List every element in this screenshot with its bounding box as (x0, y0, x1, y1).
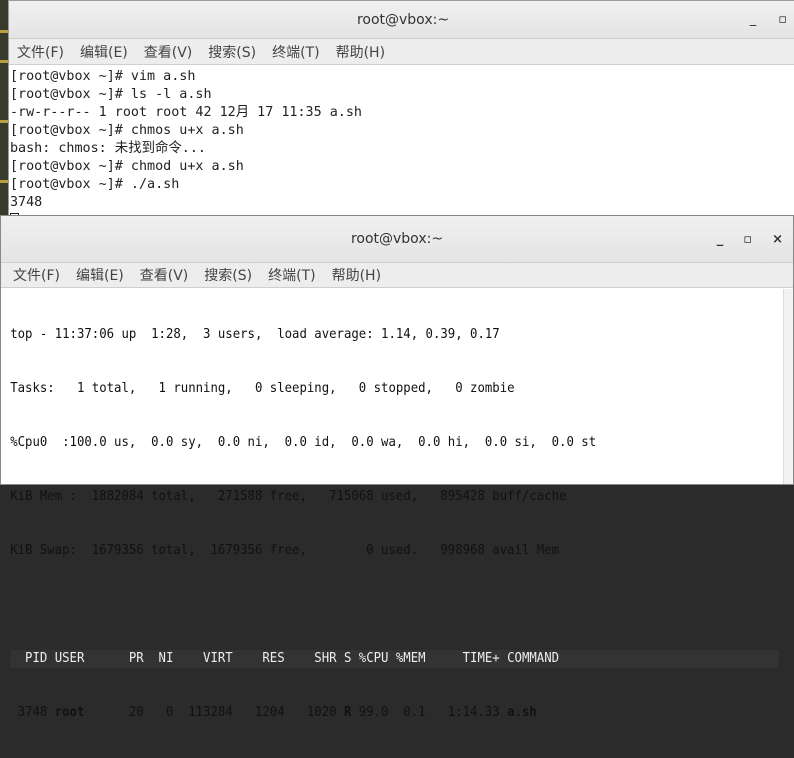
menu-file[interactable]: 文件(F) (17, 42, 64, 62)
minimize-button[interactable]: _ (750, 1, 757, 39)
terminal-window-front[interactable]: root@vbox:~ _ ▫ × 文件(F) 编辑(E) 查看(V) 搜索(S) … (0, 215, 794, 720)
menu-help[interactable]: 帮助(H) (332, 265, 381, 285)
menu-help[interactable]: 帮助(H) (336, 42, 385, 62)
process-row[interactable]: 3748 root 20 0 113284 1204 1020 R 99.0 0… (10, 704, 729, 722)
maximize-button[interactable]: ▫ (778, 1, 787, 39)
title-bar[interactable]: root@vbox:~ _ ▫ × (1, 216, 793, 263)
menu-view[interactable]: 查看(V) (144, 42, 193, 62)
terminal-line: [root@vbox ~]# ls -l a.sh (10, 87, 212, 102)
window-title: root@vbox:~ (350, 231, 444, 247)
menu-terminal[interactable]: 终端(T) (268, 265, 315, 285)
user: root (54, 705, 85, 720)
title-bar[interactable]: root@vbox:~ _ ▫ (9, 1, 794, 39)
terminal-window-back[interactable]: root@vbox:~ _ ▫ 文件(F) 编辑(E) 查看(V) 搜索(S) 终… (8, 0, 794, 230)
menu-bar: 文件(F) 编辑(E) 查看(V) 搜索(S) 终端(T) 帮助(H) (9, 39, 794, 65)
menu-bar: 文件(F) 编辑(E) 查看(V) 搜索(S) 终端(T) 帮助(H) (1, 263, 793, 288)
top-summary-line: KiB Swap: 1679356 total, 1679356 free, 0… (10, 543, 560, 558)
terminal-line: [root@vbox ~]# ./a.sh (10, 177, 180, 192)
menu-file[interactable]: 文件(F) (13, 265, 60, 285)
menu-view[interactable]: 查看(V) (140, 265, 189, 285)
terminal-output[interactable]: [root@vbox ~]# vim a.sh [root@vbox ~]# ls… (9, 65, 794, 230)
process-table-header: PID USER PR NI VIRT RES SHR S %CPU %MEM … (10, 650, 779, 668)
maximize-button[interactable]: ▫ (743, 216, 752, 263)
command: a.sh (507, 705, 537, 720)
top-summary-line: KiB Mem : 1882084 total, 271588 free, 71… (10, 489, 567, 504)
menu-search[interactable]: 搜索(S) (204, 265, 252, 285)
scrollbar[interactable] (783, 289, 793, 484)
terminal-line: [root@vbox ~]# vim a.sh (10, 69, 196, 84)
menu-edit[interactable]: 编辑(E) (76, 265, 124, 285)
cpu-mem-time: 99.0 0.1 1:14.33 (351, 705, 500, 720)
menu-search[interactable]: 搜索(S) (208, 42, 256, 62)
minimize-button[interactable]: _ (717, 216, 724, 263)
state: R (343, 705, 352, 720)
menu-edit[interactable]: 编辑(E) (80, 42, 128, 62)
terminal-line: [root@vbox ~]# chmos u+x a.sh (10, 123, 244, 138)
process-stats: 20 0 113284 1204 1020 (84, 705, 337, 720)
close-button[interactable]: × (772, 216, 783, 263)
menu-terminal[interactable]: 终端(T) (272, 42, 319, 62)
terminal-line: -rw-r--r-- 1 root root 42 12月 17 11:35 a… (10, 105, 362, 120)
window-title: root@vbox:~ (356, 12, 450, 28)
terminal-line: [root@vbox ~]# chmod u+x a.sh (10, 159, 244, 174)
top-summary-line: Tasks: 1 total, 1 running, 0 sleeping, 0… (10, 381, 515, 396)
pid: 3748 (17, 705, 48, 720)
top-summary-line: %Cpu0 :100.0 us, 0.0 sy, 0.0 ni, 0.0 id,… (10, 435, 597, 450)
top-output[interactable]: top - 11:37:06 up 1:28, 3 users, load av… (1, 288, 779, 758)
terminal-line: bash: chmos: 未找到命令... (10, 141, 206, 156)
top-summary-line: top - 11:37:06 up 1:28, 3 users, load av… (10, 327, 500, 342)
terminal-line: 3748 (10, 195, 43, 210)
